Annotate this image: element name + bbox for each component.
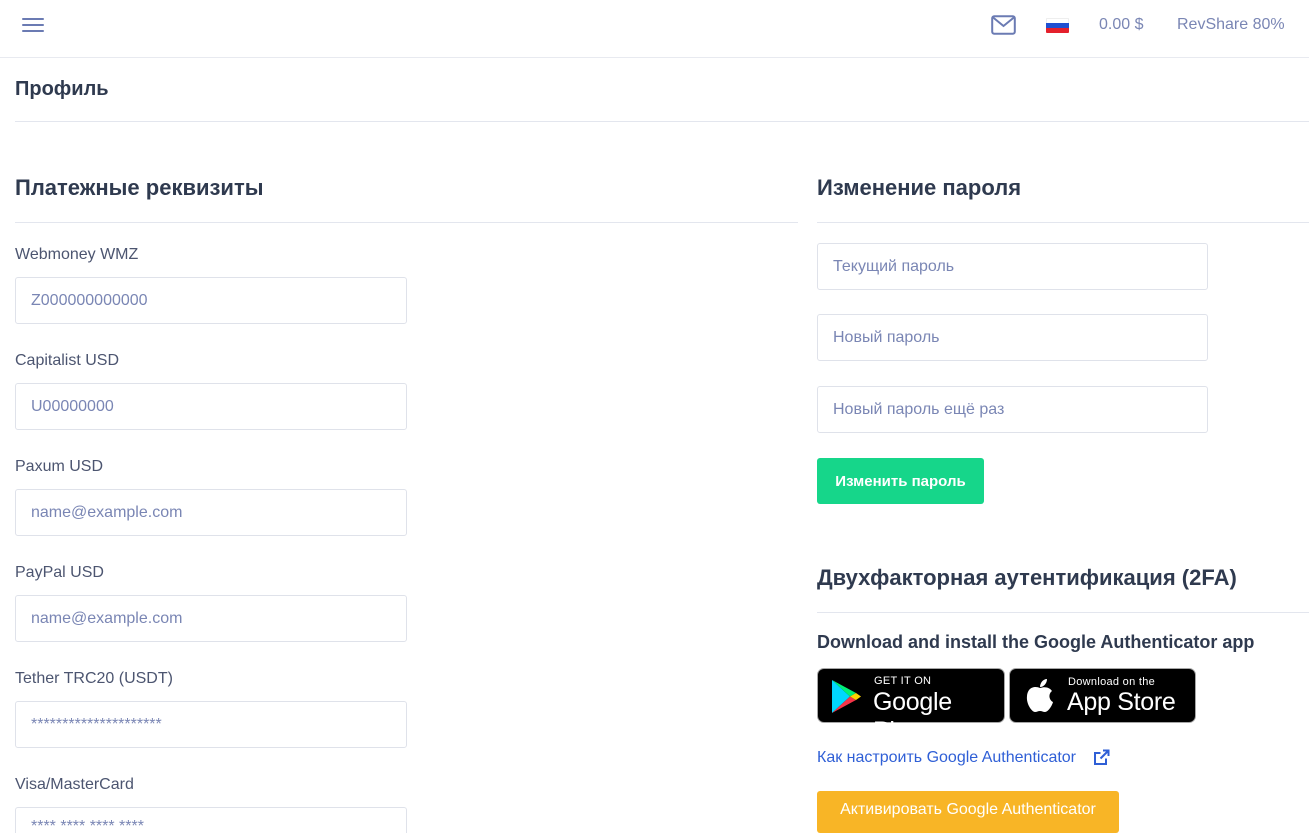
paypal-input[interactable] <box>15 595 407 642</box>
new-password-input[interactable] <box>817 314 1208 361</box>
wmz-input[interactable] <box>15 277 407 324</box>
mail-icon[interactable] <box>991 15 1016 35</box>
tether-input[interactable] <box>15 701 407 748</box>
tether-label: Tether TRC20 (USDT) <box>15 670 173 687</box>
title-divider <box>15 121 1309 122</box>
google-play-badge[interactable]: GET IT ON Google Play <box>817 668 1005 745</box>
balance-value[interactable]: 0.00 $ <box>1099 16 1143 34</box>
repeat-password-input[interactable] <box>817 386 1208 433</box>
authenticator-howto-link[interactable]: Как настроить Google Authenticator <box>817 749 1076 767</box>
revshare-badge[interactable]: RevShare 80% <box>1177 16 1285 34</box>
apple-icon <box>1026 679 1053 712</box>
paxum-label: Paxum USD <box>15 458 104 475</box>
app-store-small-text: Download on the <box>1068 676 1156 688</box>
app-store-big-text: App Store <box>1067 688 1176 716</box>
capitalist-label: Capitalist USD <box>15 352 120 369</box>
card-label: Visa/MasterCard <box>15 776 134 793</box>
paxum-input[interactable] <box>15 489 407 536</box>
password-divider <box>817 222 1309 223</box>
password-section-title: Изменение пароля <box>817 175 1022 200</box>
authenticator-hint: Download and install the Google Authenti… <box>817 632 1255 652</box>
google-play-icon <box>832 680 861 713</box>
wmz-label: Webmoney WMZ <box>15 246 139 263</box>
change-password-button[interactable]: Изменить пароль <box>817 458 984 504</box>
capitalist-input[interactable] <box>15 383 407 430</box>
flag-ru-icon[interactable] <box>1046 18 1069 33</box>
card-input[interactable] <box>15 807 407 833</box>
twofa-section-title: Двухфакторная аутентификация (2FA) <box>817 565 1237 590</box>
google-play-small-text: GET IT ON <box>874 675 932 687</box>
twofa-divider <box>817 612 1309 613</box>
top-bar: 0.00 $ RevShare 80% <box>0 0 1309 58</box>
payment-divider <box>15 222 798 223</box>
paypal-label: PayPal USD <box>15 564 104 581</box>
hamburger-icon[interactable] <box>22 15 44 35</box>
google-play-big-text: Google Play <box>873 688 952 745</box>
external-link-icon[interactable] <box>1093 749 1110 766</box>
activate-authenticator-button[interactable]: Активировать Google Authenticator <box>817 791 1119 833</box>
app-store-badge[interactable]: Download on the App Store <box>1009 668 1196 723</box>
payment-section-title: Платежные реквизиты <box>15 175 264 200</box>
current-password-input[interactable] <box>817 243 1208 290</box>
page-title: Профиль <box>15 78 109 100</box>
